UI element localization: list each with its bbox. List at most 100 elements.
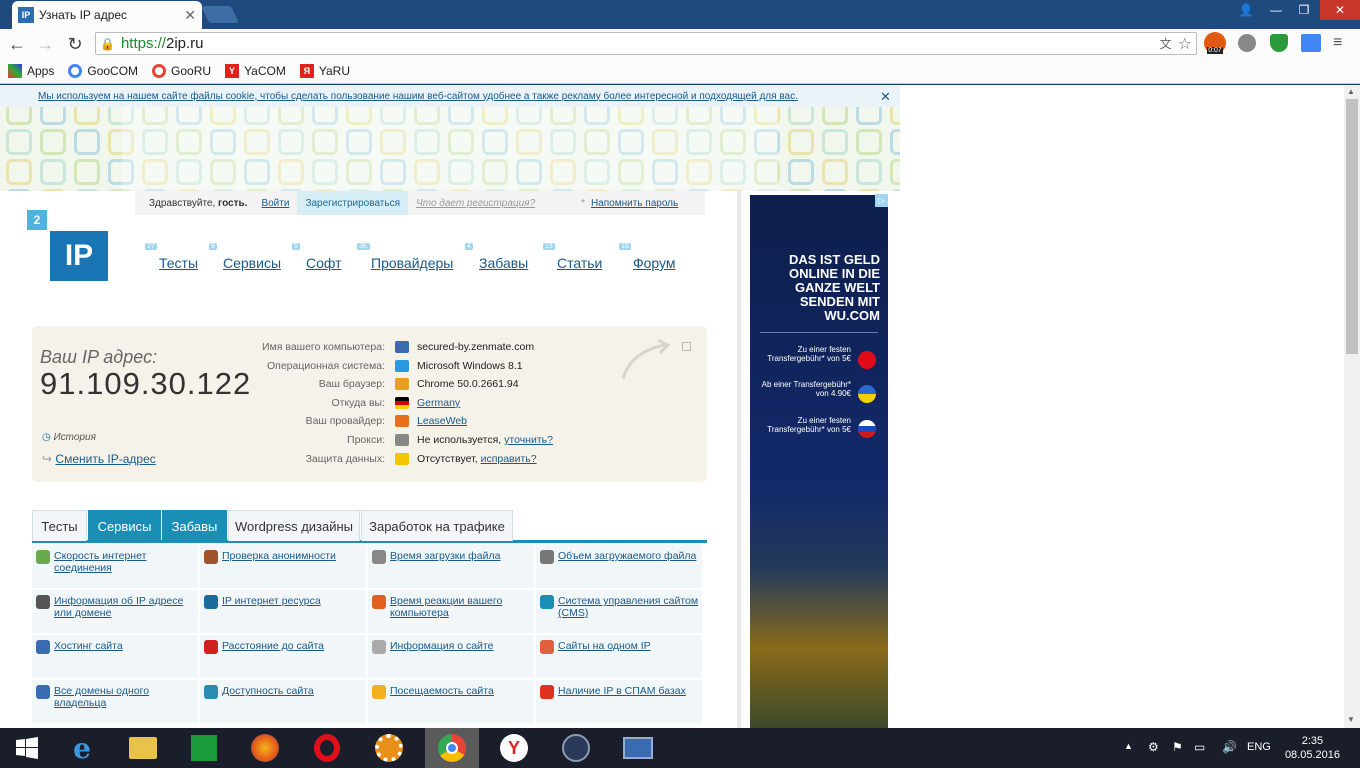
service-link[interactable]: Информация о сайте <box>390 640 493 678</box>
login-link[interactable]: Войти <box>261 198 289 209</box>
zenmate-shield-icon[interactable] <box>1270 34 1288 52</box>
service-item[interactable]: Система управления сайтом (CMS) <box>536 590 702 633</box>
clock[interactable]: 2:35 08.05.2016 <box>1285 734 1340 762</box>
service-link[interactable]: Хостинг сайта <box>54 640 123 678</box>
service-item[interactable]: Расстояние до сайта <box>200 635 366 678</box>
site-logo[interactable]: IP <box>50 231 108 281</box>
globe-extension-icon[interactable] <box>1238 34 1256 52</box>
restore-icon[interactable]: ❐ <box>1290 0 1318 20</box>
tab-4[interactable]: Заработок на трафике <box>361 510 513 541</box>
firefox-icon[interactable] <box>238 728 292 768</box>
service-link[interactable]: Расстояние до сайта <box>222 640 324 678</box>
menu-item[interactable]: 15 Форум <box>619 243 676 271</box>
browser-tab[interactable]: IP Узнать IP адрес ✕ <box>12 1 202 29</box>
service-item[interactable]: Посещаемость сайта <box>368 680 534 723</box>
tab-0[interactable]: Тесты <box>32 510 87 541</box>
service-item[interactable]: Время загрузки файла <box>368 545 534 588</box>
service-link[interactable]: Объем загружаемого файла <box>558 550 696 588</box>
menu-item[interactable]: 4 Забавы <box>465 243 528 271</box>
tray-monitor-icon[interactable]: ▭ <box>1194 740 1205 754</box>
service-link[interactable]: Посещаемость сайта <box>390 685 494 723</box>
cookie-notice[interactable]: Мы используем на нашем сайте файлы cooki… <box>0 85 900 107</box>
bookmark-goocom[interactable]: GooCOM <box>68 63 138 78</box>
ad-choices-icon[interactable]: ▷ <box>875 194 888 207</box>
tray-volume-icon[interactable]: 🔊 <box>1222 740 1237 754</box>
windows-store-icon[interactable] <box>177 728 231 768</box>
bookmark-yaru[interactable]: Я YaRU <box>299 63 350 78</box>
service-item[interactable]: Сайты на одном IP <box>536 635 702 678</box>
service-item[interactable]: Информация о сайте <box>368 635 534 678</box>
service-link[interactable]: Сайты на одном IP <box>558 640 651 678</box>
reload-icon[interactable]: ↻ <box>64 33 86 55</box>
language-indicator[interactable]: ENG <box>1247 741 1271 753</box>
service-item[interactable]: Хостинг сайта <box>32 635 198 678</box>
info-action-link[interactable]: уточнить? <box>504 434 553 446</box>
service-item[interactable]: Информация об IP адресе или домене <box>32 590 198 633</box>
advertisement-banner[interactable]: DAS IST GELD ONLINE IN DIE GANZE WELT SE… <box>750 195 888 728</box>
google-translate-extension-icon[interactable] <box>1301 34 1321 52</box>
internet-explorer-icon[interactable]: e <box>55 728 109 768</box>
service-link[interactable]: Проверка анонимности <box>222 550 336 588</box>
remind-password-link[interactable]: Напомнить пароль <box>591 198 678 209</box>
logo-badge[interactable]: 2 <box>27 210 47 230</box>
service-item[interactable]: IP интернет ресурса <box>200 590 366 633</box>
tab-3[interactable]: Wordpress дизайны <box>228 510 360 541</box>
service-link[interactable]: Время реакции вашего компьютера <box>390 595 534 633</box>
service-link[interactable]: Наличие IP в СПАМ базах <box>558 685 686 723</box>
service-item[interactable]: Время реакции вашего компьютера <box>368 590 534 633</box>
file-explorer-icon[interactable] <box>116 728 170 768</box>
menu-item[interactable]: 9 Сервисы <box>209 243 281 271</box>
menu-item[interactable]: 5 Софт <box>292 243 342 271</box>
scroll-down-icon[interactable]: ▼ <box>1347 715 1355 724</box>
extension-timer-icon[interactable]: 0:07 <box>1204 32 1226 54</box>
service-item[interactable]: Все домены одного владельца <box>32 680 198 723</box>
bookmark-gooru[interactable]: GooRU <box>152 63 211 78</box>
minimize-icon[interactable]: — <box>1262 0 1290 20</box>
register-button[interactable]: Зарегистрироваться <box>297 191 408 215</box>
service-item[interactable]: Наличие IP в СПАМ базах <box>536 680 702 723</box>
service-item[interactable]: Проверка анонимности <box>200 545 366 588</box>
change-ip-link[interactable]: ↪ Сменить IP-адрес <box>42 452 156 466</box>
service-item[interactable]: Объем загружаемого файла <box>536 545 702 588</box>
new-tab-button[interactable] <box>201 6 239 23</box>
info-value[interactable]: Germany <box>417 397 460 409</box>
info-value[interactable]: LeaseWeb <box>417 415 467 427</box>
bookmark-star-icon[interactable]: ☆ <box>1178 34 1192 54</box>
tray-overflow-icon[interactable]: ▲ <box>1124 741 1133 751</box>
settings-wheel-icon[interactable] <box>362 728 416 768</box>
info-action-link[interactable]: исправить? <box>481 453 537 465</box>
menu-item[interactable]: 3K Провайдеры <box>357 243 453 271</box>
bookmark-apps[interactable]: Apps <box>8 63 54 78</box>
back-icon[interactable]: ← <box>6 33 28 55</box>
what-registration-link[interactable]: Что дает регистрация? <box>416 198 535 209</box>
bookmark-yacom[interactable]: Y YaCOM <box>225 63 286 78</box>
menu-item[interactable]: 27 Тесты <box>145 243 198 271</box>
yandex-browser-icon[interactable]: Y <box>487 728 541 768</box>
translate-icon[interactable]: 文 <box>1160 35 1172 52</box>
address-bar[interactable]: 🔒 https:// 2ip.ru 文 ☆ <box>95 32 1197 55</box>
start-button[interactable] <box>0 728 54 768</box>
service-link[interactable]: Система управления сайтом (CMS) <box>558 595 702 633</box>
service-link[interactable]: Все домены одного владельца <box>54 685 198 723</box>
scrollbar-thumb[interactable] <box>1346 99 1358 354</box>
scroll-up-icon[interactable]: ▲ <box>1347 87 1355 96</box>
keepass-icon[interactable] <box>549 728 603 768</box>
tab-2[interactable]: Забавы <box>162 510 227 541</box>
tab-1[interactable]: Сервисы <box>88 510 161 541</box>
service-item[interactable]: Доступность сайта <box>200 680 366 723</box>
chrome-taskbar-icon[interactable] <box>425 728 479 768</box>
service-link[interactable]: Скорость интернет соединения <box>54 550 198 588</box>
close-window-icon[interactable]: ✕ <box>1320 0 1360 20</box>
service-item[interactable]: Скорость интернет соединения <box>32 545 198 588</box>
opera-icon[interactable] <box>300 728 354 768</box>
service-link[interactable]: IP интернет ресурса <box>222 595 321 633</box>
service-link[interactable]: Доступность сайта <box>222 685 314 723</box>
tab-close-icon[interactable]: ✕ <box>184 7 196 24</box>
menu-item[interactable]: 13 Статьи <box>543 243 602 271</box>
tray-network-icon[interactable]: ⚙ <box>1148 740 1159 754</box>
service-link[interactable]: Время загрузки файла <box>390 550 500 588</box>
forward-icon[interactable]: → <box>34 33 56 55</box>
keyboard-app-icon[interactable] <box>611 728 665 768</box>
profile-icon[interactable]: 👤 <box>1232 0 1260 20</box>
service-link[interactable]: Информация об IP адресе или домене <box>54 595 198 633</box>
